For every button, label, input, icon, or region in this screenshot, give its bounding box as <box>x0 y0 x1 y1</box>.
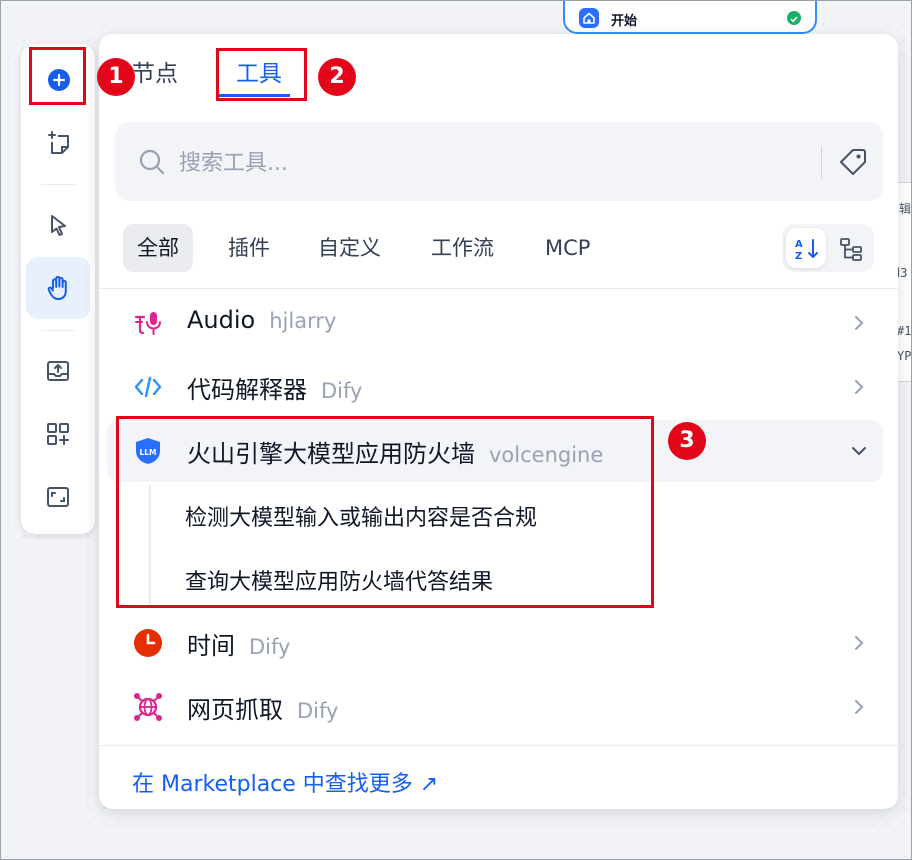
search-icon <box>139 149 165 175</box>
tool-author: Dify <box>321 379 363 403</box>
tool-row-web-scraper[interactable]: 网页抓取 Dify <box>107 676 883 738</box>
side-node-text-3: #1 <box>897 324 912 338</box>
tool-author: hjlarry <box>269 309 337 333</box>
list-view-button[interactable]: AZ <box>786 228 826 268</box>
check-circle-icon <box>787 11 801 25</box>
tool-name: 时间 <box>187 632 235 660</box>
pointer-mode-button[interactable] <box>26 194 90 256</box>
hand-icon <box>47 275 67 300</box>
start-node-label: 开始 <box>611 14 638 29</box>
filter-plugins[interactable]: 插件 <box>214 224 284 272</box>
chevron-right-icon <box>855 636 864 650</box>
tool-row-code-interpreter[interactable]: 代码解释器 Dify <box>107 356 883 418</box>
start-node[interactable]: 开始 <box>563 0 817 34</box>
search-input[interactable] <box>177 142 781 184</box>
filter-all[interactable]: 全部 <box>123 224 193 272</box>
note-add-icon <box>48 131 69 154</box>
audio-tool-icon <box>134 312 161 335</box>
chevron-right-icon <box>855 380 864 394</box>
cursor-icon <box>51 215 66 236</box>
workflow-toolbar <box>21 44 95 534</box>
filter-mcp[interactable]: MCP <box>531 224 604 272</box>
tree-structure-icon <box>840 238 862 261</box>
chevron-right-icon <box>855 316 864 330</box>
hand-mode-button[interactable] <box>26 257 90 319</box>
minimap-button[interactable] <box>26 466 90 528</box>
home-icon <box>579 8 599 28</box>
view-toggle: AZ <box>782 224 874 272</box>
tree-view-button[interactable] <box>830 228 870 268</box>
annotation-badge-3: 3 <box>668 422 706 460</box>
tool-row-time[interactable]: 时间 Dify <box>107 612 883 674</box>
tool-name: 网页抓取 <box>187 696 283 724</box>
side-node-text-1: 辑 <box>899 202 912 216</box>
tool-name: 代码解释器 <box>187 376 307 404</box>
web-scraper-icon <box>134 693 162 721</box>
fullscreen-icon <box>47 487 69 507</box>
tool-row-audio[interactable]: Audio hjlarry <box>107 292 883 354</box>
sort-az-icon: AZ <box>795 239 818 262</box>
chevron-down-icon <box>852 447 866 456</box>
tool-author: Dify <box>249 635 291 659</box>
image-export-icon <box>47 361 69 381</box>
chevron-right-icon <box>855 700 864 714</box>
annotation-box-3 <box>116 416 654 608</box>
tag-icon <box>840 149 866 175</box>
code-icon <box>134 376 162 398</box>
tag-filter-button[interactable] <box>837 146 869 178</box>
annotation-box-2 <box>216 48 307 101</box>
tab-nodes[interactable]: 节点 <box>132 54 178 88</box>
clock-icon <box>134 629 162 657</box>
annotation-box-1 <box>29 47 86 105</box>
export-image-button[interactable] <box>26 340 90 402</box>
grid-plus-icon <box>47 423 69 445</box>
tool-name: Audio <box>187 306 256 334</box>
side-node-text-4: YP <box>897 349 912 363</box>
annotation-badge-1: 1 <box>97 58 135 96</box>
marketplace-link[interactable]: 在 Marketplace 中查找更多 ↗ <box>132 766 438 798</box>
filter-custom[interactable]: 自定义 <box>304 224 395 272</box>
filter-workflow[interactable]: 工作流 <box>417 224 508 272</box>
organize-blocks-button[interactable] <box>26 403 90 465</box>
add-note-button[interactable] <box>26 112 90 174</box>
tool-author: Dify <box>297 699 339 723</box>
svg-text:A: A <box>795 239 803 250</box>
search-bar <box>115 122 883 201</box>
svg-text:Z: Z <box>795 251 802 262</box>
annotation-badge-2: 2 <box>318 58 356 96</box>
